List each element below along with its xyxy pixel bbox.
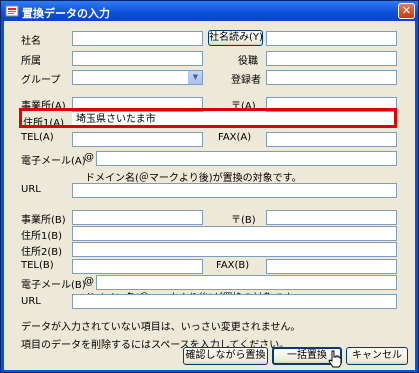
replace-data-dialog: 置換データの入力 ✕ 社名 社名読み(Y) 所属 役職 グループ ▼ 登録者 事… [0,0,419,373]
group-label: グループ [21,75,61,86]
address1-b-input[interactable] [72,226,397,241]
close-button[interactable]: ✕ [398,3,415,19]
company-reading-button[interactable]: 社名読み(Y) [208,30,263,46]
company-reading-input[interactable] [266,31,397,46]
email-b-at-sign: @ [84,276,94,287]
fax-a-input[interactable] [266,132,397,147]
company-input[interactable] [72,31,203,46]
tel-a-label: TEL(A) [21,132,54,143]
address2-b-input[interactable] [72,242,397,257]
department-input[interactable] [72,51,203,66]
company-label: 社名 [21,36,41,47]
hand-pointer-icon [328,350,342,368]
position-label: 役職 [238,56,258,67]
title-bar: 置換データの入力 ✕ [1,1,418,21]
tel-a-input[interactable] [72,132,203,147]
highlight-box [19,108,397,128]
tel-b-input[interactable] [72,259,203,274]
url-b-input[interactable] [72,294,397,309]
url-b-label: URL [21,296,41,307]
postal-b-input[interactable] [266,210,397,225]
office-b-input[interactable] [72,210,203,225]
url-a-label: URL [21,184,41,195]
position-input[interactable] [266,51,397,66]
url-a-input[interactable] [72,183,397,198]
office-b-label: 事業所(B) [21,215,66,226]
app-icon [5,5,19,17]
department-label: 所属 [21,56,41,67]
group-select[interactable]: ▼ [72,70,203,85]
postal-b-label: 〒(B) [231,215,256,226]
fax-b-input[interactable] [266,259,397,274]
confirm-replace-button[interactable]: 確認しながら置換 [183,347,268,365]
email-b-label: 電子メール(B) [21,280,86,291]
email-a-label: 電子メール(A) [21,156,86,167]
tel-b-label: TEL(B) [21,260,54,271]
email-a-at-sign: @ [84,152,94,163]
window-title: 置換データの入力 [22,7,110,20]
fax-a-label: FAX(A) [218,132,252,143]
email-b-input[interactable] [96,275,397,290]
fax-b-label: FAX(B) [216,260,250,271]
address2-b-label: 住所2(B) [21,247,63,258]
cancel-button[interactable]: キャンセル [346,347,408,365]
dialog-body: 社名 社名読み(Y) 所属 役職 グループ ▼ 登録者 事業所(A) 〒(A) … [4,21,415,370]
registrant-label: 登録者 [231,75,261,86]
note-no-change: データが入力されていない項目は、いっさい変更されません。 [21,322,301,333]
email-a-note: ドメイン名(＠マークより後)が置換の対象です。 [85,173,302,184]
registrant-input[interactable] [266,70,397,85]
email-a-input[interactable] [96,151,397,166]
chevron-down-icon[interactable]: ▼ [188,71,202,84]
address1-b-label: 住所1(B) [21,231,63,242]
